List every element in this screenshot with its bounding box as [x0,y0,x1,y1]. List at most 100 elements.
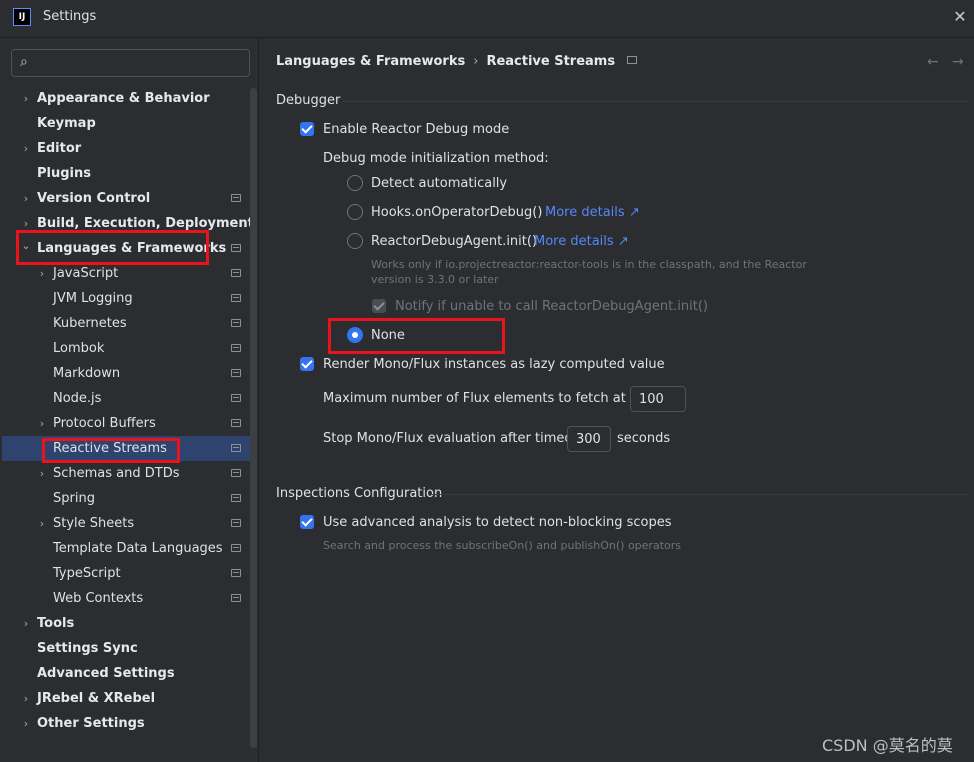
sidebar-item-label: Editor [37,141,82,156]
breadcrumb-parent[interactable]: Languages & Frameworks [276,54,465,69]
sidebar-item-label: Version Control [37,191,151,206]
sidebar-item-javascript[interactable]: › JavaScript [2,261,256,286]
forward-arrow-icon[interactable]: → [952,54,964,70]
advanced-analysis-checkbox[interactable] [300,515,314,529]
enable-debug-label[interactable]: Enable Reactor Debug mode [323,122,509,137]
notify-label: Notify if unable to call ReactorDebugAge… [395,299,708,314]
search-input[interactable] [42,53,246,73]
sidebar-item-other-settings[interactable]: › Other Settings [2,711,256,736]
sidebar-item-label: Protocol Buffers [53,416,156,431]
radio-agent-label[interactable]: ReactorDebugAgent.init() [371,234,537,249]
sidebar-item-label: Template Data Languages [53,541,223,556]
advanced-analysis-hint: Search and process the subscribeOn() and… [323,539,681,552]
sidebar-item-web-contexts[interactable]: Web Contexts [2,586,256,611]
sidebar-item-version-control[interactable]: › Version Control [2,186,256,211]
sidebar-item-template-data-languages[interactable]: Template Data Languages [2,536,256,561]
sidebar-item-appearance-behavior[interactable]: › Appearance & Behavior [2,86,256,111]
search-box[interactable]: ⌕ [11,49,250,77]
sidebar-item-schemas-and-dtds[interactable]: › Schemas and DTDs [2,461,256,486]
sidebar-item-label: JRebel & XRebel [37,691,156,706]
sidebar-item-editor[interactable]: › Editor [2,136,256,161]
panel-divider[interactable] [258,38,259,762]
external-link-icon: ↗ [628,205,640,220]
pin-icon [231,569,241,577]
sidebar-item-lombok[interactable]: Lombok [2,336,256,361]
sidebar-item-tools[interactable]: › Tools [2,611,256,636]
sidebar-item-label: Build, Execution, Deployment [37,216,254,231]
pin-icon [231,594,241,602]
radio-hooks-label[interactable]: Hooks.onOperatorDebug() [371,205,542,220]
close-icon[interactable]: ✕ [950,7,970,27]
sidebar-item-languages-frameworks[interactable]: ⌄ Languages & Frameworks [2,236,256,261]
agent-more-details-link[interactable]: More details ↗ [534,234,629,249]
back-arrow-icon[interactable]: ← [927,54,939,70]
sidebar-item-node-js[interactable]: Node.js [2,386,256,411]
sidebar-item-typescript[interactable]: TypeScript [2,561,256,586]
sidebar-item-label: Plugins [37,166,91,181]
chevron-right-icon[interactable]: › [20,711,32,736]
sidebar-item-keymap[interactable]: Keymap [2,111,256,136]
radio-detect[interactable] [347,175,363,191]
sidebar-item-spring[interactable]: Spring [2,486,256,511]
agent-hint-line1: Works only if io.projectreactor:reactor-… [371,258,807,271]
chevron-right-icon[interactable]: › [20,86,32,111]
chevron-right-icon[interactable]: › [36,411,48,436]
watermark: CSDN @莫名的莫 [822,736,953,755]
radio-none[interactable] [347,327,363,343]
radio-none-label[interactable]: None [371,328,405,343]
sidebar-item-plugins[interactable]: Plugins [2,161,256,186]
enable-debug-checkbox[interactable] [300,122,314,136]
chevron-right-icon[interactable]: › [36,261,48,286]
max-flux-input[interactable] [630,386,686,412]
sidebar-item-protocol-buffers[interactable]: › Protocol Buffers [2,411,256,436]
pin-icon [231,344,241,352]
breadcrumb-separator: › [473,54,479,69]
sidebar-item-label: Keymap [37,116,96,131]
app-logo-icon: IJ [14,9,30,25]
sidebar-item-label: Schemas and DTDs [53,466,180,481]
external-link-icon: ↗ [617,234,629,249]
advanced-analysis-label[interactable]: Use advanced analysis to detect non-bloc… [323,515,672,530]
pin-icon [231,369,241,377]
chevron-right-icon[interactable]: › [36,511,48,536]
render-lazy-label[interactable]: Render Mono/Flux instances as lazy compu… [323,357,665,372]
sidebar-item-advanced-settings[interactable]: Advanced Settings [2,661,256,686]
sidebar-scrollbar[interactable] [250,88,257,748]
sidebar-item-style-sheets[interactable]: › Style Sheets [2,511,256,536]
method-label: Debug mode initialization method: [323,151,549,166]
chevron-right-icon[interactable]: › [20,186,32,211]
pin-icon [231,394,241,402]
chevron-right-icon[interactable]: › [20,136,32,161]
hooks-more-details-link[interactable]: More details ↗ [545,205,640,220]
pin-icon [231,444,241,452]
chevron-right-icon[interactable]: › [36,461,48,486]
section-separator [432,494,968,495]
render-lazy-checkbox[interactable] [300,357,314,371]
timeout-label: Stop Mono/Flux evaluation after timeout: [323,431,591,446]
window-title: Settings [43,9,97,24]
chevron-down-icon[interactable]: ⌄ [20,233,32,258]
max-flux-label: Maximum number of Flux elements to fetch… [323,391,666,406]
sidebar-item-settings-sync[interactable]: Settings Sync [2,636,256,661]
sidebar-item-label: Reactive Streams [53,441,167,456]
radio-hooks[interactable] [347,204,363,220]
sidebar-item-build-execution-deployment[interactable]: › Build, Execution, Deployment [2,211,256,236]
sidebar-item-kubernetes[interactable]: Kubernetes [2,311,256,336]
breadcrumb-current: Reactive Streams [486,54,616,69]
radio-agent[interactable] [347,233,363,249]
pin-icon [231,244,241,252]
sidebar-item-jrebel-xrebel[interactable]: › JRebel & XRebel [2,686,256,711]
chevron-right-icon[interactable]: › [20,686,32,711]
chevron-right-icon[interactable]: › [20,611,32,636]
sidebar-item-markdown[interactable]: Markdown [2,361,256,386]
sidebar-item-label: Other Settings [37,716,145,731]
pin-icon [231,544,241,552]
radio-detect-label[interactable]: Detect automatically [371,176,507,191]
sidebar-item-reactive-streams[interactable]: Reactive Streams [2,436,256,461]
sidebar-item-jvm-logging[interactable]: JVM Logging [2,286,256,311]
sidebar-item-label: Languages & Frameworks [37,241,227,256]
sidebar-item-label: Style Sheets [53,516,135,531]
timeout-input[interactable] [567,426,611,452]
pin-icon [231,294,241,302]
sidebar-item-label: TypeScript [53,566,121,581]
